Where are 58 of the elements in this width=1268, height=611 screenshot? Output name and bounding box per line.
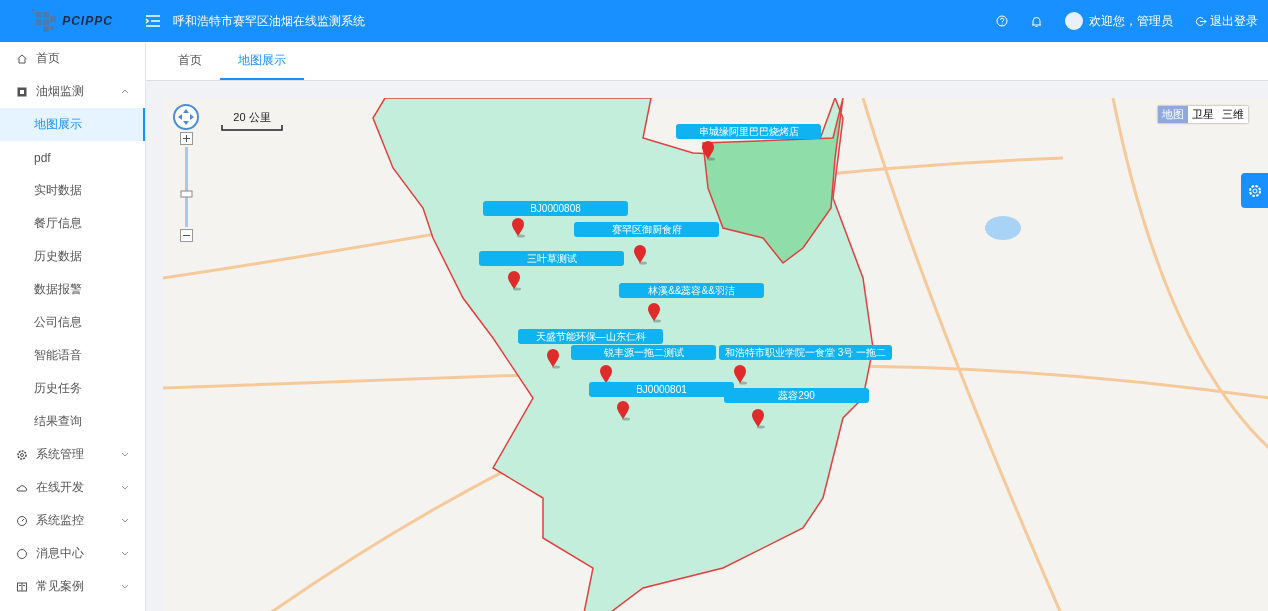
sidebar-item[interactable]: 常见案例 — [0, 570, 145, 603]
map-pin-icon[interactable] — [701, 140, 716, 161]
sidebar-item[interactable]: 系统监控 — [0, 504, 145, 537]
sidebar-subitem[interactable]: 餐厅信息 — [0, 207, 145, 240]
gauge-icon — [16, 514, 28, 527]
sidebar-subitem[interactable]: 实时数据 — [0, 174, 145, 207]
welcome-text: 欢迎您，管理员 — [1089, 12, 1173, 30]
sidebar-item[interactable]: 消息中心 — [0, 537, 145, 570]
sidebar-item[interactable]: 在线开发 — [0, 471, 145, 504]
map-pin-icon[interactable] — [616, 400, 631, 421]
chevron-icon — [121, 583, 129, 590]
help-icon[interactable] — [996, 15, 1008, 27]
scale-bar-icon — [221, 125, 283, 131]
logo-text: PCIPPC — [62, 14, 113, 28]
logo-icon — [32, 8, 59, 34]
circle-icon — [16, 547, 28, 560]
home-icon — [16, 52, 28, 65]
grid-icon — [16, 85, 28, 98]
map-type-button[interactable]: 卫星 — [1188, 106, 1218, 123]
map-pin-icon[interactable] — [546, 348, 561, 369]
map-pin-icon[interactable] — [507, 270, 522, 291]
chevron-icon — [121, 451, 129, 458]
settings-icon — [16, 448, 28, 461]
book-icon — [16, 580, 28, 593]
tab[interactable]: 首页 — [160, 42, 220, 80]
bell-icon[interactable] — [1030, 14, 1043, 28]
map-area[interactable]: 20 公里 地图 卫星 三维 串城缘阿里巴巴烧烤店 BJ0000808 赛罕区御厨食府 三叶草测试 林溪&&蕊容&&羽洁 天盛节能环保—山东仁科 锐丰源一拖二测试 和浩特市职业学院一食堂 3号 一拖二 BJ0000801 蕊容290 — [163, 98, 1268, 611]
sidebar-subitem[interactable]: pdf — [0, 141, 145, 174]
chevron-icon — [121, 550, 129, 557]
zoom-out-icon[interactable] — [179, 229, 193, 242]
map-type-button[interactable]: 三维 — [1218, 106, 1248, 123]
settings-button[interactable] — [1241, 173, 1268, 208]
map-pin-icon[interactable] — [633, 244, 648, 265]
zoom-slider-drawing[interactable] — [179, 147, 193, 227]
menu-icon[interactable] — [145, 14, 161, 28]
avatar — [1065, 12, 1083, 30]
map-pin-icon[interactable] — [733, 364, 748, 385]
sidebar-subitem[interactable]: 结果查询 — [0, 405, 145, 438]
sidebar-item[interactable]: 首页 — [0, 42, 145, 75]
map-pin-icon[interactable] — [751, 408, 766, 429]
chevron-icon — [121, 88, 129, 95]
sidebar-item[interactable]: 油烟监测 — [0, 75, 145, 108]
zoom-in-icon[interactable] — [179, 132, 193, 145]
sidebar-subitem[interactable]: 智能语音 — [0, 339, 145, 372]
logout-icon — [1195, 15, 1207, 27]
sidebar-subitem[interactable]: 数据报警 — [0, 273, 145, 306]
settings-icon — [1247, 183, 1262, 198]
sidebar-subitem[interactable]: 历史数据 — [0, 240, 145, 273]
map-pin-icon[interactable] — [647, 302, 662, 323]
sidebar-subitem[interactable]: 公司信息 — [0, 306, 145, 339]
pan-control-icon[interactable] — [173, 104, 199, 130]
system-title: 呼和浩特市赛罕区油烟在线监测系统 — [173, 12, 365, 30]
scale-text: 20 公里 — [233, 110, 271, 125]
chevron-icon — [121, 517, 129, 524]
sidebar-item[interactable]: 系统管理 — [0, 438, 145, 471]
chevron-icon — [121, 484, 129, 491]
map-pin-icon[interactable] — [511, 217, 526, 238]
sidebar-subitem[interactable]: 历史任务 — [0, 372, 145, 405]
